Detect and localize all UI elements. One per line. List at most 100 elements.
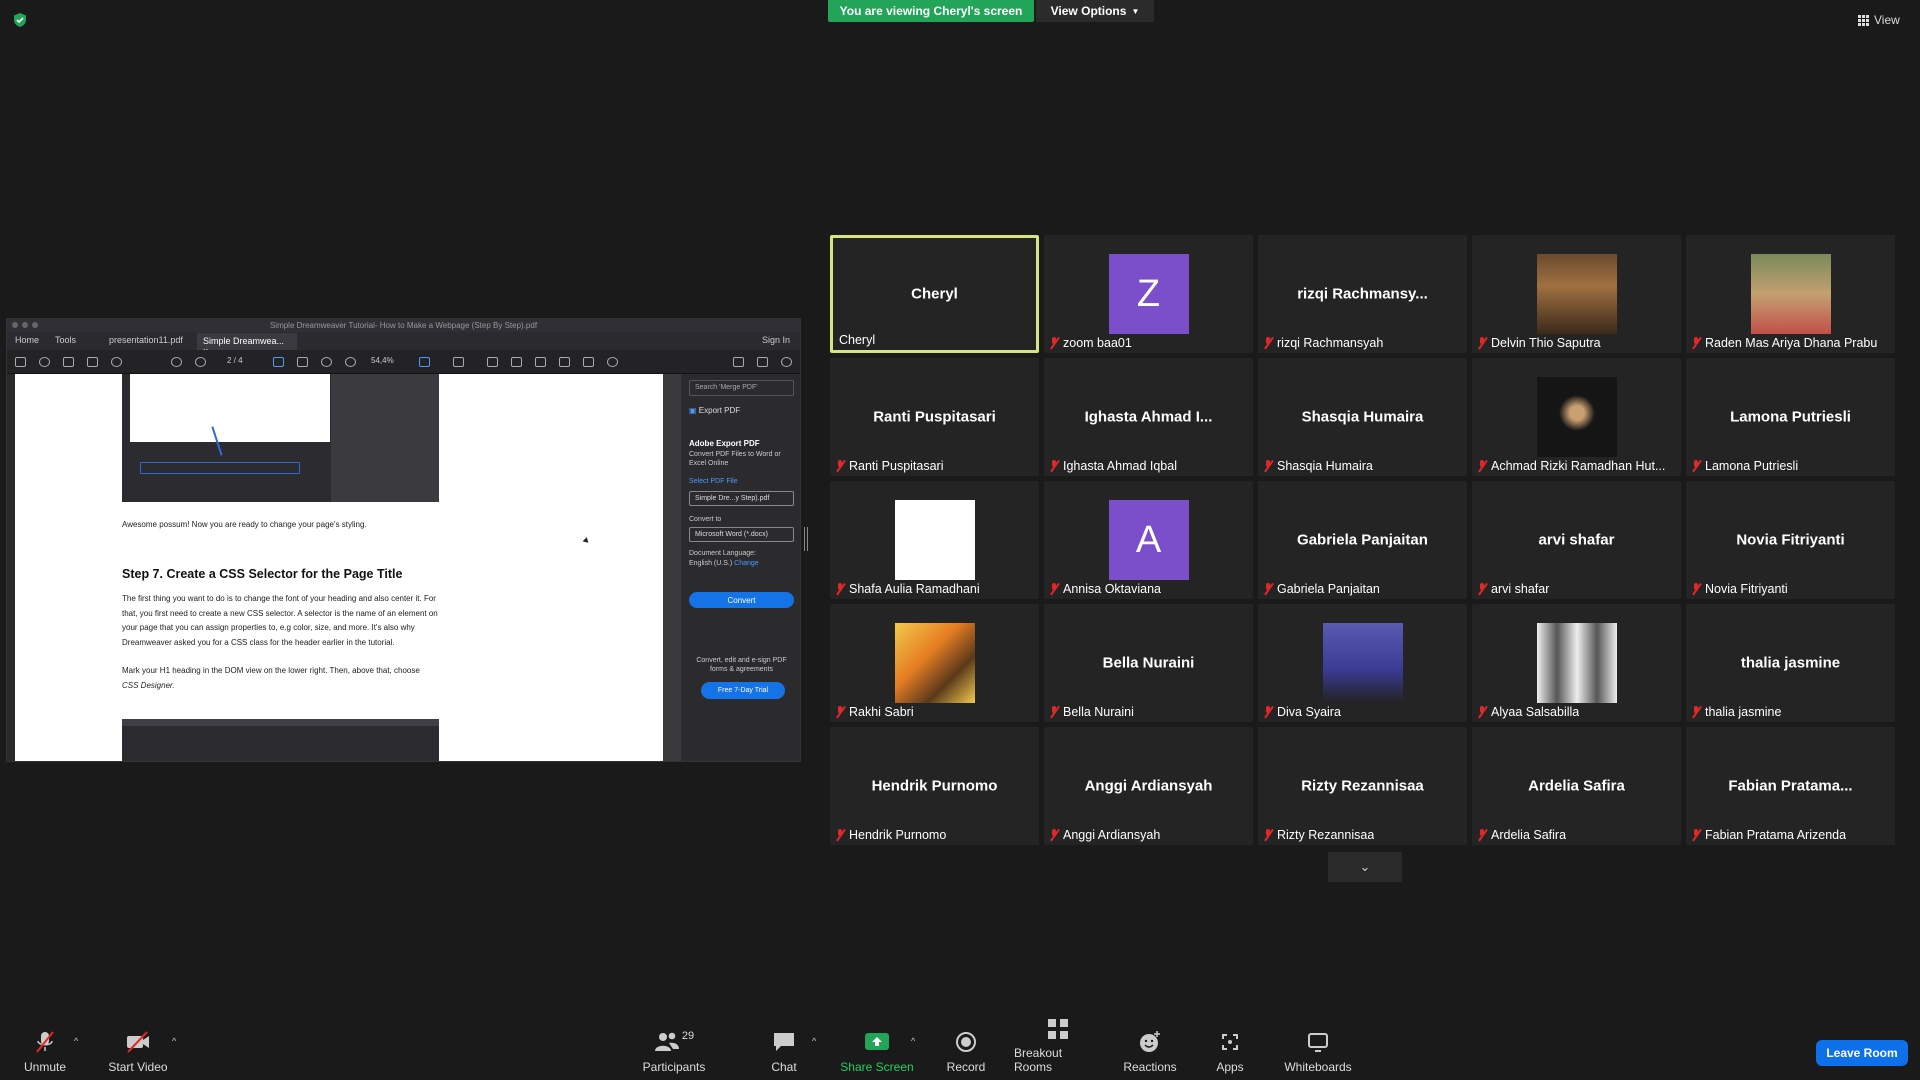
format-select[interactable]: Microsoft Word (*.docx) bbox=[689, 527, 794, 542]
participant-name-label: Cheryl bbox=[839, 333, 875, 347]
participant-tile[interactable]: Rakhi Sabri bbox=[830, 604, 1039, 722]
participant-name-label: Rakhi Sabri bbox=[836, 705, 914, 719]
participant-tile[interactable]: Delvin Thio Saputra bbox=[1472, 235, 1681, 353]
pdf-document-page[interactable]: Awesome possum! Now you are ready to cha… bbox=[16, 374, 663, 761]
mouse-cursor-icon bbox=[582, 537, 591, 545]
participant-tile[interactable]: Zzoom baa01 bbox=[1044, 235, 1253, 353]
pdf-window-title: Simple Dreamweaver Tutorial- How to Make… bbox=[269, 321, 538, 330]
chat-options-caret-icon[interactable]: ^ bbox=[812, 1036, 816, 1046]
change-language-link[interactable]: Change bbox=[734, 560, 759, 567]
tutorial-screenshot-image bbox=[122, 719, 439, 761]
participant-name-label: Rizty Rezannisaa bbox=[1264, 828, 1374, 842]
participant-name-label: Ranti Puspitasari bbox=[836, 459, 944, 473]
splitter-handle[interactable] bbox=[804, 527, 808, 551]
print-icon[interactable] bbox=[87, 357, 98, 367]
participant-name: Ardelia Safira bbox=[1491, 828, 1567, 842]
security-shield-icon[interactable] bbox=[12, 12, 28, 28]
participant-tile[interactable]: arvi shafar arvi shafar bbox=[1472, 481, 1681, 599]
comment-icon[interactable] bbox=[487, 357, 498, 367]
next-page-button[interactable]: ⌄ bbox=[1328, 852, 1402, 882]
search-icon[interactable] bbox=[111, 357, 122, 367]
apps-button[interactable]: Apps bbox=[1212, 1018, 1248, 1080]
tab-tools[interactable]: Tools bbox=[55, 335, 76, 345]
mail-icon[interactable] bbox=[757, 357, 768, 367]
tab-file-presentation[interactable]: presentation11.pdf bbox=[109, 335, 183, 345]
microphone-muted-icon bbox=[1478, 706, 1487, 718]
upload-icon[interactable] bbox=[63, 357, 74, 367]
view-options-button[interactable]: View Options ▼ bbox=[1036, 0, 1154, 22]
tab-home[interactable]: Home bbox=[15, 335, 39, 345]
participant-tile[interactable]: Diva Syaira bbox=[1258, 604, 1467, 722]
participant-tile[interactable]: Shasqia Humaira Shasqia Humaira bbox=[1258, 358, 1467, 476]
pdf-left-panel-toggle[interactable] bbox=[7, 374, 15, 761]
highlight-icon[interactable] bbox=[511, 357, 522, 367]
participant-tile[interactable]: Rizty Rezannisaa Rizty Rezannisaa bbox=[1258, 727, 1467, 845]
participant-tile[interactable]: Novia Fitriyanti Novia Fitriyanti bbox=[1686, 481, 1895, 599]
delete-icon[interactable] bbox=[583, 357, 594, 367]
sign-in-link[interactable]: Sign In bbox=[762, 335, 790, 345]
microphone-muted-icon bbox=[1478, 583, 1487, 595]
whiteboards-button[interactable]: Whiteboards bbox=[1280, 1018, 1356, 1080]
page-up-icon[interactable] bbox=[171, 357, 182, 367]
leave-room-button[interactable]: Leave Room bbox=[1816, 1040, 1908, 1066]
participant-tile[interactable]: A Annisa Oktaviana bbox=[1044, 481, 1253, 599]
video-options-caret-icon[interactable]: ^ bbox=[172, 1036, 176, 1046]
share-screen-button[interactable]: Share Screen bbox=[840, 1018, 914, 1080]
tag-icon[interactable] bbox=[559, 357, 570, 367]
free-trial-button[interactable]: Free 7-Day Trial bbox=[701, 682, 785, 699]
reactions-button[interactable]: Reactions bbox=[1122, 1018, 1178, 1080]
page-down-icon[interactable] bbox=[195, 357, 206, 367]
participant-tile[interactable]: Anggi Ardiansyah Anggi Ardiansyah bbox=[1044, 727, 1253, 845]
participant-tile[interactable]: Achmad Rizki Ramadhan Hut... bbox=[1472, 358, 1681, 476]
save-icon[interactable] bbox=[15, 357, 26, 367]
participant-tile[interactable]: Ardelia Safira Ardelia Safira bbox=[1472, 727, 1681, 845]
participant-name-label: Diva Syaira bbox=[1264, 705, 1341, 719]
tab-file-dreamweaver[interactable]: Simple Dreamwea... × bbox=[197, 333, 297, 356]
breakout-rooms-button[interactable]: Breakout Rooms bbox=[1014, 1018, 1102, 1080]
microphone-muted-icon bbox=[1050, 829, 1059, 841]
convert-button[interactable]: Convert bbox=[689, 592, 794, 608]
scroll-mode-icon[interactable] bbox=[453, 357, 464, 367]
page-indicator[interactable]: 2 / 4 bbox=[227, 356, 243, 365]
participant-name: Shafa Aulia Ramadhani bbox=[849, 582, 980, 596]
share-options-caret-icon[interactable]: ^ bbox=[911, 1036, 915, 1046]
edit-pdf-icon[interactable] bbox=[733, 357, 744, 367]
start-video-button[interactable]: Start Video bbox=[108, 1018, 168, 1080]
participant-tile[interactable]: Alyaa Salsabilla bbox=[1472, 604, 1681, 722]
search-tools-input[interactable]: Search 'Merge PDF' bbox=[689, 380, 794, 396]
participant-tile[interactable]: Bella Nuraini Bella Nuraini bbox=[1044, 604, 1253, 722]
participant-tile[interactable]: Cheryl Cheryl bbox=[830, 235, 1039, 353]
zoom-out-icon[interactable] bbox=[321, 357, 332, 367]
participant-tile[interactable]: Ranti Puspitasari Ranti Puspitasari bbox=[830, 358, 1039, 476]
select-tool-icon[interactable] bbox=[273, 357, 284, 367]
star-icon[interactable] bbox=[39, 357, 50, 367]
participants-button[interactable]: 29 Participants bbox=[640, 1018, 708, 1080]
participant-tile[interactable]: Hendrik Purnomo Hendrik Purnomo bbox=[830, 727, 1039, 845]
zoom-level[interactable]: 54,4% bbox=[371, 356, 394, 365]
zoom-in-icon[interactable] bbox=[345, 357, 356, 367]
rotate-icon[interactable] bbox=[607, 357, 618, 367]
chat-button[interactable]: Chat bbox=[766, 1018, 802, 1080]
select-pdf-file-link[interactable]: Select PDF File bbox=[689, 478, 738, 485]
sign-icon[interactable] bbox=[535, 357, 546, 367]
shared-screen-view[interactable]: Simple Dreamweaver Tutorial- How to Make… bbox=[6, 318, 801, 762]
selected-file-field[interactable]: Simple Dre...y Step).pdf bbox=[689, 491, 794, 506]
participant-tile[interactable]: Raden Mas Ariya Dhana Prabu bbox=[1686, 235, 1895, 353]
participant-tile[interactable]: Ighasta Ahmad I... Ighasta Ahmad Iqbal bbox=[1044, 358, 1253, 476]
unmute-button[interactable]: Unmute bbox=[20, 1018, 70, 1080]
participant-tile[interactable]: Fabian Pratama... Fabian Pratama Arizenda bbox=[1686, 727, 1895, 845]
participant-tile[interactable]: thalia jasmine thalia jasmine bbox=[1686, 604, 1895, 722]
participant-tile[interactable]: Shafa Aulia Ramadhani bbox=[830, 481, 1039, 599]
hand-tool-icon[interactable] bbox=[297, 357, 308, 367]
participant-tile[interactable]: Lamona Putriesli Lamona Putriesli bbox=[1686, 358, 1895, 476]
account-icon[interactable] bbox=[781, 357, 792, 367]
fit-page-icon[interactable] bbox=[419, 357, 430, 367]
view-button[interactable]: View bbox=[1858, 10, 1908, 30]
document-language-label: Document Language: bbox=[689, 550, 756, 557]
participant-tile[interactable]: Gabriela Panjaitan Gabriela Panjaitan bbox=[1258, 481, 1467, 599]
pdf-scrollbar[interactable] bbox=[663, 374, 681, 761]
audio-options-caret-icon[interactable]: ^ bbox=[74, 1036, 78, 1046]
record-button[interactable]: Record bbox=[942, 1018, 990, 1080]
export-pdf-header[interactable]: ▣ Export PDF bbox=[689, 406, 740, 415]
participant-tile[interactable]: rizqi Rachmansy... rizqi Rachmansyah bbox=[1258, 235, 1467, 353]
